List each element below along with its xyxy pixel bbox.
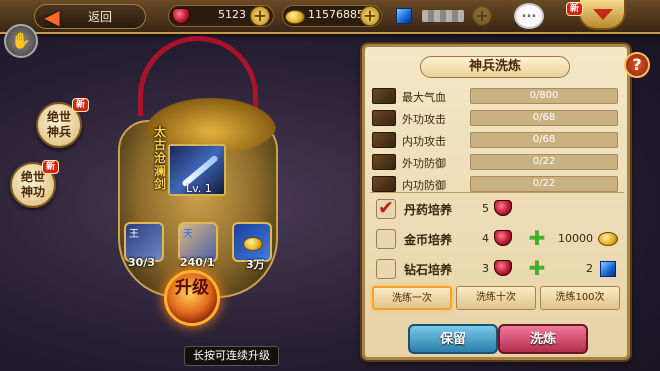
upgrade-hint: 长按可连续升级: [184, 346, 279, 366]
plus-icon: ✚: [528, 256, 546, 280]
gold-coin-icon: [598, 232, 618, 246]
stat-label: 内功攻击: [402, 135, 446, 148]
option-checkbox[interactable]: [376, 229, 396, 249]
option-pill-training[interactable]: ✔ 丹药培养 5: [372, 196, 622, 222]
new-badge: 新: [72, 98, 90, 112]
material-tag: 天: [183, 229, 193, 240]
fist-stat-icon: [372, 132, 396, 148]
divider: [370, 192, 624, 193]
refine-button[interactable]: 洗炼: [498, 324, 588, 354]
new-badge: 新: [42, 160, 60, 174]
option-checkbox[interactable]: [376, 259, 396, 279]
coin-cost: 10000: [558, 232, 593, 245]
stat-value: 0/22: [470, 154, 618, 170]
back-label[interactable]: 返回: [88, 8, 112, 25]
gem-count: 5123: [218, 8, 246, 21]
weapon-name: 太古沧澜剑: [154, 125, 167, 191]
add-coins-button[interactable]: +: [360, 6, 380, 26]
top-bar: ◀ 返回 5123 + 115768850 + + ... 新: [0, 0, 660, 34]
armor-stat-icon: [372, 176, 396, 192]
pill-count: 3: [482, 262, 489, 275]
stat-row: 最大气血 0/800: [372, 86, 620, 106]
stat-value: 0/68: [470, 132, 618, 148]
option-label: 金币培养: [404, 233, 453, 247]
pill-icon: [494, 260, 512, 276]
pill-icon: [494, 200, 512, 216]
plus-icon: ✚: [528, 226, 546, 250]
option-diamond-training[interactable]: 钻石培养 3 ✚ 2: [372, 256, 622, 282]
menu-dropdown-button[interactable]: [578, 0, 626, 30]
heart-stat-icon: [372, 88, 396, 104]
stat-label: 外功防御: [402, 157, 446, 170]
option-label: 丹药培养: [404, 203, 453, 217]
new-badge: 新: [566, 2, 584, 16]
sword-stat-icon: [372, 110, 396, 126]
option-label: 钻石培养: [404, 263, 453, 277]
stat-value: 0/68: [470, 110, 618, 126]
refine-once-button[interactable]: 洗练一次: [372, 286, 452, 310]
add-diamonds-button[interactable]: +: [472, 6, 492, 26]
stat-row: 外功防御 0/22: [372, 152, 620, 172]
pill-icon: [494, 230, 512, 246]
hidden-value: [422, 10, 464, 22]
gold-coin-icon: [243, 237, 263, 251]
back-arrow-icon[interactable]: ◀: [38, 5, 66, 29]
coin-cost: 3万: [246, 258, 265, 271]
dropdown-arrow-icon: [593, 9, 613, 20]
upgrade-button[interactable]: 升级: [164, 270, 220, 326]
refine-hundred-button[interactable]: 洗练100次: [540, 286, 620, 310]
diamond-icon: [600, 261, 616, 277]
weapon-level: Lv. 1: [186, 182, 212, 195]
material-count: 240/1: [180, 256, 215, 269]
hand-icon[interactable]: ✋: [4, 24, 38, 58]
shield-stat-icon: [372, 154, 396, 170]
stat-row: 外功攻击 0/68: [372, 108, 620, 128]
chat-icon[interactable]: ...: [514, 3, 544, 29]
stat-label: 外功攻击: [402, 113, 446, 126]
stat-value: 0/22: [470, 176, 618, 192]
refine-ten-button[interactable]: 洗练十次: [456, 286, 536, 310]
stat-label: 内功防御: [402, 179, 446, 192]
pill-count: 5: [482, 202, 489, 215]
pill-count: 4: [482, 232, 489, 245]
stat-row: 内功攻击 0/68: [372, 130, 620, 150]
panel-title: 神兵洗炼: [420, 56, 570, 78]
material-tag: 王: [129, 229, 139, 240]
material-count: 30/3: [128, 256, 155, 269]
gold-coin-icon: [285, 10, 305, 24]
stat-row: 内功防御 0/22: [372, 174, 620, 194]
stat-label: 最大气血: [402, 91, 446, 104]
option-checkbox[interactable]: ✔: [376, 199, 396, 219]
tab-label: 绝世神兵: [46, 110, 71, 139]
diamond-cost: 2: [586, 262, 593, 275]
keep-button[interactable]: 保留: [408, 324, 498, 354]
stat-value: 0/800: [470, 88, 618, 104]
diamond-icon: [396, 8, 412, 24]
add-gems-button[interactable]: +: [250, 6, 270, 26]
option-gold-training[interactable]: 金币培养 4 ✚ 10000: [372, 226, 622, 252]
help-icon[interactable]: ?: [624, 52, 650, 78]
tab-label: 绝世神功: [20, 170, 45, 199]
